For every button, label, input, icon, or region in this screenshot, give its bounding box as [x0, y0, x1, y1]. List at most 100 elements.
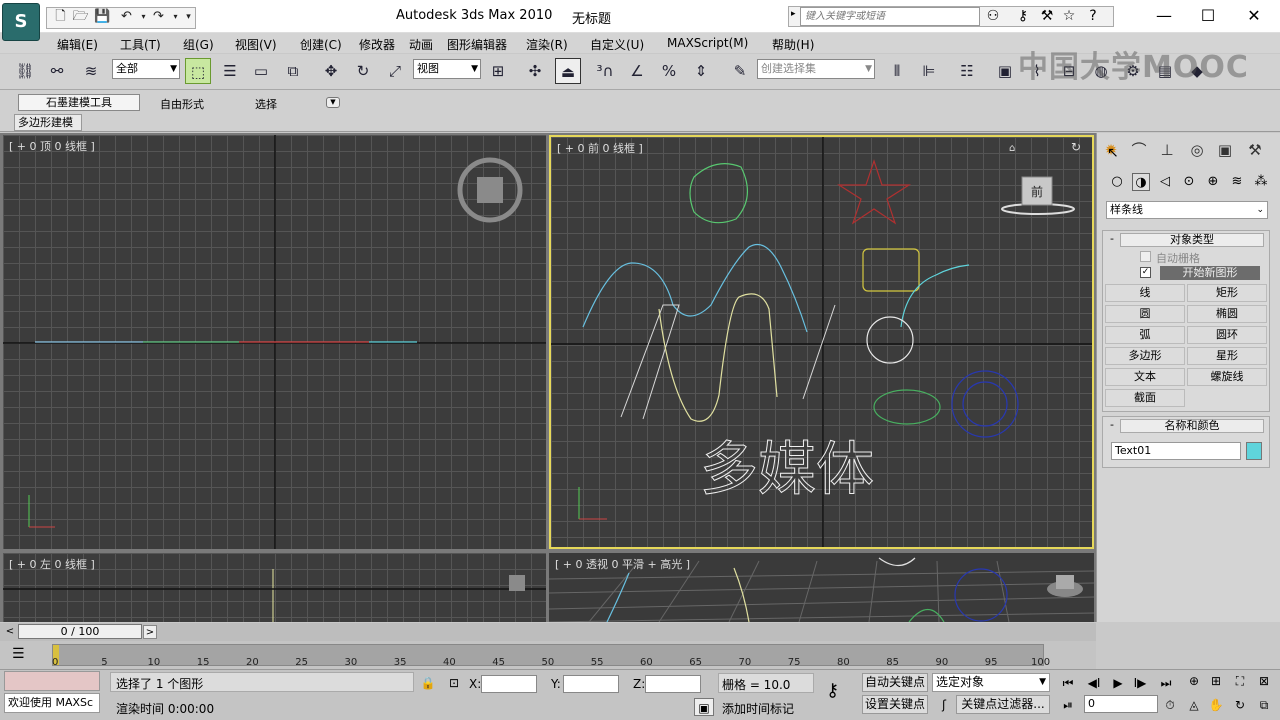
- helix-button[interactable]: 螺旋线: [1187, 368, 1267, 386]
- text-button[interactable]: 文本: [1105, 368, 1185, 386]
- viewport-front[interactable]: [ + 0 前 0 线框 ] 前 多媒体 ⌂ ↻: [549, 135, 1094, 549]
- field-of-view-icon[interactable]: ◬: [1184, 696, 1204, 714]
- key-icon[interactable]: ⚷: [1014, 8, 1032, 24]
- bind-space-warp-icon[interactable]: ≋: [78, 58, 104, 84]
- ribbon-tab-selection[interactable]: 选择: [255, 96, 277, 112]
- maxscript-mini-listener[interactable]: 欢迎使用 MAXSc: [4, 693, 100, 713]
- infocenter-search-input[interactable]: 键入关键字或短语: [800, 7, 980, 26]
- ribbon-tab-graphite[interactable]: 石墨建模工具: [18, 94, 140, 111]
- lights-icon[interactable]: ◁: [1156, 173, 1174, 191]
- graphite-toggle-icon[interactable]: ▣: [992, 58, 1018, 84]
- play-icon[interactable]: ▶: [1108, 674, 1128, 692]
- current-frame-input[interactable]: 0: [1084, 695, 1158, 713]
- angle-snap-icon[interactable]: ∠: [624, 58, 650, 84]
- start-new-shape-checkbox[interactable]: ✓: [1140, 267, 1151, 278]
- key-filters-button[interactable]: 关键点过滤器...: [956, 695, 1050, 714]
- menu-maxscript[interactable]: MAXScript(M): [667, 36, 748, 50]
- motion-panel-icon[interactable]: ◎: [1186, 140, 1208, 160]
- menu-customize[interactable]: 自定义(U): [590, 36, 644, 53]
- go-to-start-icon[interactable]: ⏮: [1058, 674, 1078, 692]
- hierarchy-panel-icon[interactable]: ⊥: [1156, 140, 1178, 160]
- menu-help[interactable]: 帮助(H): [772, 36, 814, 53]
- rectangle-button[interactable]: 矩形: [1187, 284, 1267, 302]
- rollout-collapse-icon[interactable]: -: [1110, 232, 1114, 245]
- previous-frame-icon[interactable]: ◀Ⅰ: [1084, 674, 1104, 692]
- select-object-icon[interactable]: ⬚: [185, 58, 211, 84]
- menu-edit[interactable]: 编辑(E): [57, 36, 98, 53]
- window-crossing-icon[interactable]: ⧉: [280, 58, 306, 84]
- close-button[interactable]: ✕: [1234, 4, 1274, 28]
- ngon-button[interactable]: 多边形: [1105, 347, 1185, 365]
- shape-category-dropdown[interactable]: 样条线 ⌄: [1106, 201, 1268, 219]
- menu-graph-editors[interactable]: 图形编辑器: [447, 36, 507, 53]
- arc-button[interactable]: 弧: [1105, 326, 1185, 344]
- lock-selection-icon[interactable]: 🔒: [418, 674, 438, 692]
- set-key-button[interactable]: 设置关键点: [862, 695, 928, 714]
- menu-tools[interactable]: 工具(T): [120, 36, 161, 53]
- next-frame-icon[interactable]: Ⅰ▶: [1130, 674, 1150, 692]
- save-icon[interactable]: 💾: [94, 9, 111, 25]
- display-panel-icon[interactable]: ▣: [1214, 140, 1236, 160]
- new-file-icon[interactable]: 🗋: [52, 9, 69, 25]
- zoom-extents-icon[interactable]: ⛶: [1230, 672, 1250, 690]
- utilities-panel-icon[interactable]: ⚒: [1244, 140, 1266, 160]
- menu-create[interactable]: 创建(C): [300, 36, 342, 53]
- undo-icon[interactable]: ↶: [118, 9, 135, 25]
- mini-curve-editor-icon[interactable]: ☰: [12, 646, 25, 662]
- key-mode-toggle-icon[interactable]: ⏯: [1058, 696, 1078, 714]
- star-button[interactable]: 星形: [1187, 347, 1267, 365]
- auto-key-button[interactable]: 自动关键点: [862, 673, 928, 692]
- redo-icon[interactable]: ↷: [150, 9, 167, 25]
- modify-panel-icon[interactable]: ⌒: [1128, 140, 1150, 160]
- circle-button[interactable]: 圆: [1105, 305, 1185, 323]
- rollout-collapse-icon[interactable]: -: [1110, 418, 1114, 431]
- layer-manager-icon[interactable]: ☷: [954, 58, 980, 84]
- tools-icon[interactable]: ⚒: [1038, 8, 1056, 24]
- select-move-icon[interactable]: ✥: [318, 58, 344, 84]
- viewport-perspective[interactable]: [ + 0 透视 0 平滑 + 高光 ]: [549, 553, 1094, 622]
- pivot-center-icon[interactable]: ⊞: [485, 58, 511, 84]
- helpers-icon[interactable]: ⊕: [1204, 173, 1222, 191]
- select-manipulate-icon[interactable]: ✣: [522, 58, 548, 84]
- rectangular-selection-icon[interactable]: ▭: [248, 58, 274, 84]
- time-prev-button[interactable]: <: [3, 625, 17, 639]
- time-configuration-icon[interactable]: ⏱: [1160, 696, 1180, 714]
- align-icon[interactable]: ⊫: [916, 58, 942, 84]
- go-to-end-icon[interactable]: ⏭: [1156, 674, 1176, 692]
- mirror-icon[interactable]: ⫴: [884, 58, 910, 84]
- object-color-swatch[interactable]: [1246, 442, 1262, 460]
- ribbon-options-dropdown[interactable]: ▼: [326, 97, 340, 108]
- ribbon-panel-polygon-modeling[interactable]: 多边形建模: [14, 114, 82, 131]
- object-name-input[interactable]: Text01: [1111, 442, 1241, 460]
- reference-coordinate-dropdown[interactable]: 视图 ▼: [413, 59, 481, 79]
- pan-icon[interactable]: ✋: [1206, 696, 1226, 714]
- star-icon[interactable]: ☆: [1060, 8, 1078, 24]
- percent-snap-icon[interactable]: %: [656, 58, 682, 84]
- ellipse-button[interactable]: 椭圆: [1187, 305, 1267, 323]
- selection-filter-dropdown[interactable]: 全部 ▼: [112, 59, 180, 79]
- line-button[interactable]: 线: [1105, 284, 1185, 302]
- select-rotate-icon[interactable]: ↻: [350, 58, 376, 84]
- open-file-icon[interactable]: 🗁: [72, 9, 89, 25]
- zoom-icon[interactable]: ⊕: [1184, 672, 1204, 690]
- maxscript-listener-red[interactable]: [4, 671, 100, 691]
- add-time-tag[interactable]: 添加时间标记: [722, 700, 794, 717]
- time-slider-handle[interactable]: 0 / 100: [18, 624, 142, 639]
- time-tag-icon[interactable]: ▣: [694, 698, 714, 716]
- snaps-toggle-icon[interactable]: ³∩: [592, 58, 618, 84]
- maximize-button[interactable]: ☐: [1188, 4, 1228, 28]
- menu-animation[interactable]: 动画: [409, 36, 433, 53]
- y-coordinate-input[interactable]: [563, 675, 619, 693]
- time-next-button[interactable]: >: [143, 625, 157, 639]
- ribbon-tab-freeform[interactable]: 自由形式: [160, 96, 204, 112]
- donut-button[interactable]: 圆环: [1187, 326, 1267, 344]
- menu-rendering[interactable]: 渲染(R): [526, 36, 568, 53]
- viewport-top[interactable]: [ + 0 顶 0 线框 ]: [3, 135, 546, 549]
- binoculars-icon[interactable]: ⚇: [984, 8, 1002, 24]
- select-by-name-icon[interactable]: ☰: [217, 58, 243, 84]
- section-button[interactable]: 截面: [1105, 389, 1185, 407]
- set-key-icon[interactable]: ⚷: [826, 680, 839, 701]
- systems-icon[interactable]: ⁂: [1252, 173, 1270, 191]
- unlink-icon[interactable]: ⚯: [44, 58, 70, 84]
- name-color-title[interactable]: 名称和颜色: [1120, 419, 1264, 433]
